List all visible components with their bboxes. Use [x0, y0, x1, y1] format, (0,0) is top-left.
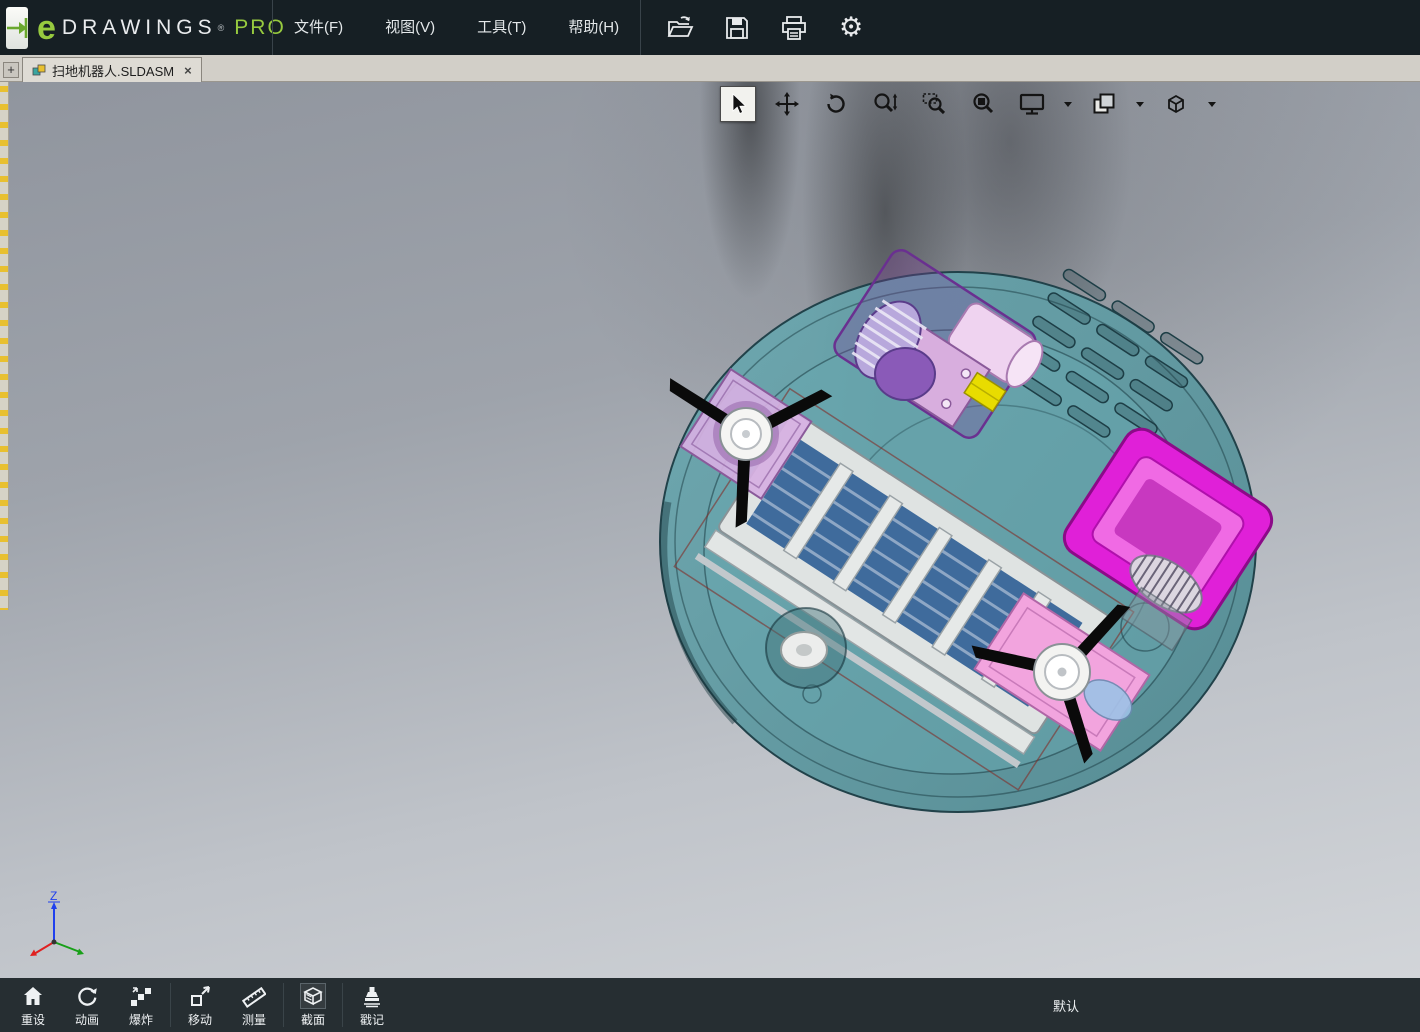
menu-help[interactable]: 帮助(H) — [547, 0, 640, 55]
document-tab[interactable]: 扫地机器人.SLDASM × — [22, 57, 202, 82]
app-header: e DRAWINGS ® PRO 文件(F) 视图(V) 工具(T) 帮助(H) — [0, 0, 1420, 55]
stamp-button[interactable]: 戳记 — [345, 978, 399, 1032]
new-tab-button[interactable]: + — [3, 62, 19, 78]
stamp-label: 戳记 — [359, 1013, 384, 1027]
menu-file[interactable]: 文件(F) — [273, 0, 364, 55]
explode-label: 爆炸 — [128, 1013, 153, 1027]
move-component-button[interactable]: 移动 — [173, 978, 227, 1032]
toolbar-separator — [170, 983, 171, 1027]
logo-registered-mark: ® — [217, 22, 225, 33]
section-button[interactable]: 截面 — [286, 978, 340, 1032]
explode-button[interactable]: 爆炸 — [114, 978, 168, 1032]
print-icon[interactable] — [779, 13, 809, 43]
animation-icon — [74, 983, 100, 1009]
reset-label: 重设 — [20, 1013, 45, 1027]
model-viewport[interactable]: Z — [0, 82, 1420, 978]
rotate-tool-icon[interactable] — [818, 86, 854, 122]
open-icon[interactable] — [665, 13, 695, 43]
logo-drawings: DRAWINGS — [61, 15, 217, 39]
explode-icon — [128, 983, 154, 1009]
edrawings-arrow-icon — [7, 17, 28, 38]
components-dropdown-icon[interactable] — [1135, 86, 1145, 122]
move-label: 移动 — [187, 1013, 212, 1027]
measure-icon — [241, 983, 267, 1009]
configuration-label[interactable]: 默认 — [1053, 996, 1079, 1015]
view-orientation-tool-icon[interactable] — [1158, 86, 1194, 122]
stamp-icon — [359, 983, 385, 1009]
header-separator-2 — [640, 0, 642, 55]
app-logo: e DRAWINGS ® PRO — [0, 0, 284, 55]
pan-tool-icon[interactable] — [769, 86, 805, 122]
zoom-tool-icon[interactable] — [867, 86, 903, 122]
full-screen-tool-icon[interactable] — [1014, 86, 1050, 122]
coordinate-triad: Z — [30, 889, 84, 956]
home-icon — [20, 983, 46, 1009]
animation-button[interactable]: 动画 — [60, 978, 114, 1032]
zoom-window-tool-icon[interactable] — [916, 86, 952, 122]
app-icon — [6, 6, 28, 49]
tab-close-icon[interactable]: × — [184, 63, 192, 78]
measure-label: 测量 — [241, 1013, 266, 1027]
save-icon[interactable] — [722, 13, 752, 43]
menu-view[interactable]: 视图(V) — [364, 0, 456, 55]
toolbar-separator-2 — [283, 983, 284, 1027]
reset-button[interactable]: 重设 — [6, 978, 60, 1032]
view-orientation-dropdown-icon[interactable] — [1207, 86, 1217, 122]
settings-gear-icon[interactable]: ⚙ — [836, 13, 866, 43]
animation-label: 动画 — [74, 1013, 99, 1027]
bottom-toolbar: 重设 动画 爆炸 移动 测量 截面 戳记 默认 — [0, 978, 1420, 1032]
section-label: 截面 — [300, 1013, 325, 1027]
menu-tools[interactable]: 工具(T) — [456, 0, 547, 55]
tab-bar: + 扫地机器人.SLDASM × — [0, 55, 1420, 82]
zoom-fit-tool-icon[interactable] — [965, 86, 1001, 122]
select-tool-icon[interactable] — [720, 86, 756, 122]
header-toolbar: ⚙ — [665, 13, 866, 43]
toolbar-separator-3 — [342, 983, 343, 1027]
section-icon — [300, 983, 326, 1009]
assembly-icon — [32, 64, 46, 76]
move-component-icon — [187, 983, 213, 1009]
full-screen-dropdown-icon[interactable] — [1063, 86, 1073, 122]
model-3d-robot-vacuum — [659, 249, 1274, 813]
components-tool-icon[interactable] — [1086, 86, 1122, 122]
menubar: 文件(F) 视图(V) 工具(T) 帮助(H) — [273, 0, 640, 55]
tab-label: 扫地机器人.SLDASM — [52, 63, 175, 79]
logo-e: e — [37, 8, 56, 47]
view-toolbar — [720, 86, 1217, 122]
triad-z-label: Z — [50, 889, 57, 903]
measure-button[interactable]: 测量 — [227, 978, 281, 1032]
